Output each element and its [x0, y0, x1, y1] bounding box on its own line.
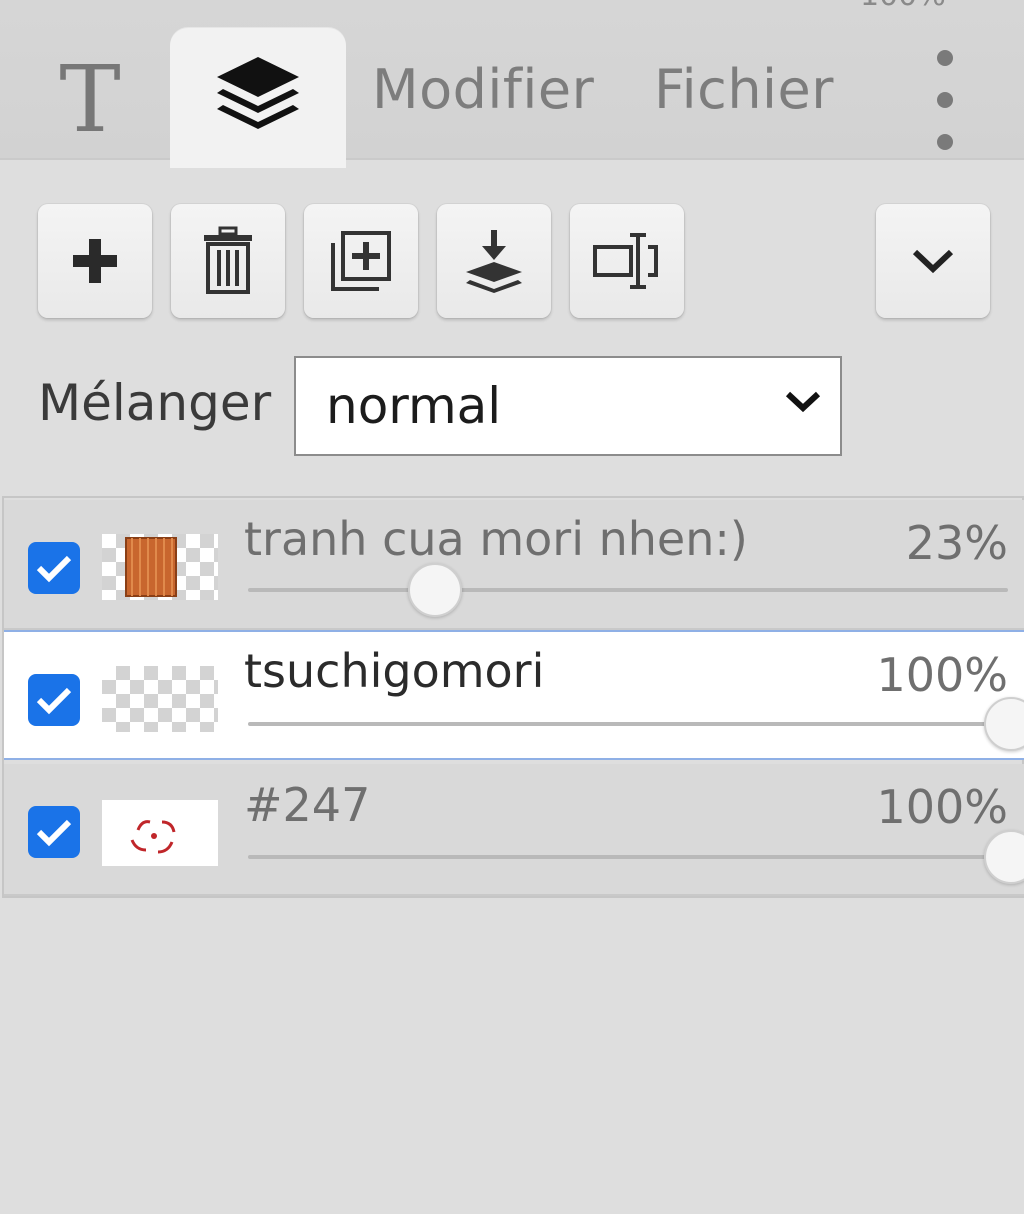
row-divider [4, 894, 1024, 896]
layer-thumbnail [102, 800, 218, 866]
plus-icon [73, 239, 117, 283]
checkmark-icon [36, 687, 72, 715]
layer-name: tsuchigomori [244, 644, 545, 698]
layer-opacity-slider-handle[interactable] [408, 563, 462, 617]
chevron-down-icon [785, 391, 821, 413]
rename-layer-button[interactable] [570, 204, 684, 318]
painting-thumbnail-icon [125, 537, 177, 597]
layer-thumbnail [102, 534, 218, 600]
dot-icon [937, 134, 953, 150]
add-layer-button[interactable] [38, 204, 152, 318]
layer-visibility-checkbox[interactable] [28, 806, 80, 858]
dot-icon [937, 92, 953, 108]
layer-opacity-value: 100% [876, 780, 1008, 834]
more-options-dropdown-button[interactable] [876, 204, 990, 318]
tab-file[interactable]: Fichier [654, 58, 834, 121]
layers-icon [217, 57, 299, 129]
tab-text[interactable]: T [20, 40, 160, 158]
checkmark-icon [36, 819, 72, 847]
stamp-thumbnail-icon [130, 820, 176, 854]
dot-icon [937, 50, 953, 66]
tab-edit[interactable]: Modifier [372, 58, 594, 121]
layer-opacity-value: 100% [876, 648, 1008, 702]
tab-bar-divider [0, 158, 1024, 160]
blend-mode-select[interactable]: normal [294, 356, 842, 456]
merge-down-icon [466, 230, 522, 293]
layer-name: tranh cua mori nhen:) [244, 512, 748, 566]
text-cursor-icon [593, 233, 658, 289]
layer-opacity-slider[interactable] [248, 855, 1008, 859]
layer-thumbnail [102, 666, 218, 732]
layer-opacity-value: 23% [905, 516, 1008, 570]
duplicate-icon [331, 231, 391, 291]
trash-icon [204, 226, 252, 294]
more-menu-button[interactable] [920, 50, 970, 150]
layer-name: #247 [244, 778, 371, 832]
layer-opacity-slider[interactable] [248, 722, 1008, 726]
delete-layer-button[interactable] [171, 204, 285, 318]
layer-visibility-checkbox[interactable] [28, 542, 80, 594]
duplicate-layer-button[interactable] [304, 204, 418, 318]
tab-layers[interactable] [170, 28, 346, 168]
chevron-down-icon [912, 249, 954, 274]
blend-mode-label: Mélanger [38, 374, 272, 432]
zoom-fragment: 100% [860, 0, 946, 13]
layer-opacity-slider[interactable] [248, 588, 1008, 592]
checkmark-icon [36, 555, 72, 583]
text-tab-label: T [59, 45, 121, 153]
merge-down-button[interactable] [437, 204, 551, 318]
layer-visibility-checkbox[interactable] [28, 674, 80, 726]
blend-mode-value: normal [326, 377, 502, 435]
